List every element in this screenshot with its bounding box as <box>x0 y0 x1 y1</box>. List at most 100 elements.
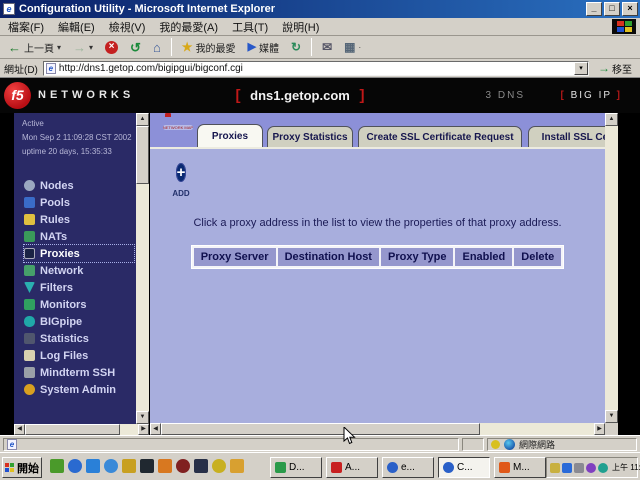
tray-app-icon-1[interactable] <box>586 463 596 473</box>
sidebar-item-log-files[interactable]: Log Files <box>24 347 134 364</box>
sidebar-item-label: NATs <box>40 231 67 243</box>
address-dropdown-icon[interactable]: ▾ <box>574 62 588 75</box>
quicklaunch-icon-6[interactable] <box>140 459 154 473</box>
favorites-button[interactable]: ★ 我的最愛 <box>178 38 240 57</box>
link-3dns[interactable]: 3 DNS <box>486 90 525 101</box>
content-vertical-scrollbar[interactable]: ▲ ▼ <box>605 113 618 423</box>
sidebar-horizontal-scrollbar[interactable]: ◀ ▶ <box>14 424 149 435</box>
taskbar-window-3[interactable]: e... <box>382 457 434 478</box>
app-icon <box>443 462 454 473</box>
app-icon <box>331 462 342 473</box>
forward-button[interactable]: → ▾ <box>69 39 97 56</box>
sidebar-item-proxies[interactable]: Proxies <box>24 245 134 262</box>
maximize-button[interactable]: □ <box>604 2 620 16</box>
scrollbar-thumb[interactable] <box>161 423 480 435</box>
display-icon[interactable] <box>574 463 584 473</box>
quicklaunch-icon-4[interactable] <box>104 459 118 473</box>
taskbar-window-label: M... <box>513 462 530 473</box>
scroll-down-icon[interactable]: ▼ <box>605 410 618 423</box>
refresh-button[interactable]: ↺ <box>126 39 145 56</box>
link-bigip[interactable]: [ BIG IP ] <box>560 90 622 101</box>
menu-file[interactable]: 檔案(F) <box>8 19 44 35</box>
menu-help[interactable]: 說明(H) <box>282 19 319 35</box>
scroll-right-icon[interactable]: ▶ <box>138 424 149 435</box>
brand-header: f5 NETWORKS [ dns1.getop.com ] 3 DNS [ B… <box>0 78 640 113</box>
address-input[interactable]: e http://dns1.getop.com/bigipgui/bigconf… <box>43 61 589 76</box>
taskbar-window-5[interactable]: M... <box>494 457 546 478</box>
sidebar-item-nodes[interactable]: Nodes <box>24 177 134 194</box>
scroll-left-icon[interactable]: ◀ <box>14 424 25 435</box>
taskbar-window-4-active[interactable]: C... <box>438 457 490 478</box>
history-button[interactable]: ↻ <box>287 39 305 56</box>
minimize-button[interactable]: _ <box>586 2 602 16</box>
sidebar-item-bigpipe[interactable]: BIGpipe <box>24 313 134 330</box>
taskbar-window-1[interactable]: D... <box>270 457 322 478</box>
messenger-icon[interactable] <box>562 463 572 473</box>
add-proxy-button[interactable]: + ADD <box>168 162 194 201</box>
sidebar-item-label: Log Files <box>40 350 88 362</box>
quicklaunch-icon-7[interactable] <box>158 459 172 473</box>
quicklaunch-icon-9[interactable] <box>194 459 208 473</box>
sidebar-item-mindterm-ssh[interactable]: Mindterm SSH <box>24 364 134 381</box>
menu-edit[interactable]: 編輯(E) <box>58 19 95 35</box>
status-active: Active <box>22 117 132 131</box>
scroll-left-icon[interactable]: ◀ <box>150 423 161 435</box>
quicklaunch-icon-11[interactable] <box>230 459 244 473</box>
sidebar-vertical-scrollbar[interactable]: ▲ ▼ <box>136 113 149 424</box>
back-dropdown-icon[interactable]: ▾ <box>57 43 61 52</box>
menu-view[interactable]: 檢視(V) <box>109 19 146 35</box>
proxy-table: Proxy Server Destination Host Proxy Type… <box>150 245 605 269</box>
quicklaunch-icon-5[interactable] <box>122 459 136 473</box>
scroll-down-icon[interactable]: ▼ <box>136 411 149 424</box>
sidebar-item-monitors[interactable]: Monitors <box>24 296 134 313</box>
tab-install-ssl-certificate[interactable]: Install SSL Certificate <box>528 126 605 147</box>
volume-icon[interactable] <box>550 463 560 473</box>
sidebar-item-filters[interactable]: Filters <box>24 279 134 296</box>
tray-app-icon-2[interactable] <box>598 463 608 473</box>
mail-button[interactable]: ✉ <box>318 39 336 56</box>
window-controls: _ □ × <box>586 2 638 16</box>
scroll-up-icon[interactable]: ▲ <box>136 113 149 126</box>
quicklaunch-icon-2[interactable] <box>68 459 82 473</box>
scroll-up-icon[interactable]: ▲ <box>605 113 618 126</box>
window-titlebar: e Configuration Utility - Microsoft Inte… <box>0 0 640 18</box>
quicklaunch-icon-10[interactable] <box>212 459 226 473</box>
go-button[interactable]: → 移至 <box>594 60 636 77</box>
back-label: 上一頁 <box>24 40 54 55</box>
column-delete: Delete <box>514 248 561 266</box>
close-button[interactable]: × <box>622 2 638 16</box>
tab-proxies[interactable]: Proxies <box>197 124 263 147</box>
menu-tools[interactable]: 工具(T) <box>232 19 268 35</box>
network-map-button[interactable]: NETWORK MAP <box>158 116 198 134</box>
tab-create-ssl-certificate-request[interactable]: Create SSL Certificate Request <box>358 126 522 147</box>
taskbar-window-2[interactable]: A... <box>326 457 378 478</box>
rules-icon <box>24 214 35 225</box>
bracket-open: [ <box>236 87 241 104</box>
forward-dropdown-icon[interactable]: ▾ <box>89 43 93 52</box>
stop-button[interactable]: × <box>101 39 122 56</box>
quicklaunch-icon-8[interactable] <box>176 459 190 473</box>
quicklaunch-icon-3[interactable] <box>86 459 100 473</box>
sidebar-item-nats[interactable]: NATs <box>24 228 134 245</box>
menu-favorites[interactable]: 我的最愛(A) <box>159 19 218 35</box>
scrollbar-thumb[interactable] <box>136 126 149 184</box>
start-button[interactable]: 開始 <box>2 457 42 478</box>
sidebar-item-pools[interactable]: Pools <box>24 194 134 211</box>
sidebar-item-rules[interactable]: Rules <box>24 211 134 228</box>
statistics-icon <box>24 333 35 344</box>
back-button[interactable]: ← 上一頁 ▾ <box>4 38 65 57</box>
bigpipe-icon <box>24 316 35 327</box>
hostname: dns1.getop.com <box>250 88 350 103</box>
column-enabled: Enabled <box>455 248 512 266</box>
sidebar-item-system-admin[interactable]: System Admin <box>24 381 134 398</box>
quicklaunch-icon-1[interactable] <box>50 459 64 473</box>
scroll-right-icon[interactable]: ▶ <box>594 423 605 435</box>
media-button[interactable]: ▶ 媒體 <box>244 38 283 57</box>
home-button[interactable]: ⌂ <box>149 39 165 56</box>
print-button[interactable]: ▦ · <box>340 39 365 56</box>
tab-proxy-statistics[interactable]: Proxy Statistics <box>267 126 353 147</box>
content-horizontal-scrollbar[interactable]: ◀ ▶ <box>150 423 605 435</box>
sidebar-item-statistics[interactable]: Statistics <box>24 330 134 347</box>
scrollbar-thumb[interactable] <box>25 424 120 435</box>
sidebar-item-network[interactable]: Network <box>24 262 134 279</box>
